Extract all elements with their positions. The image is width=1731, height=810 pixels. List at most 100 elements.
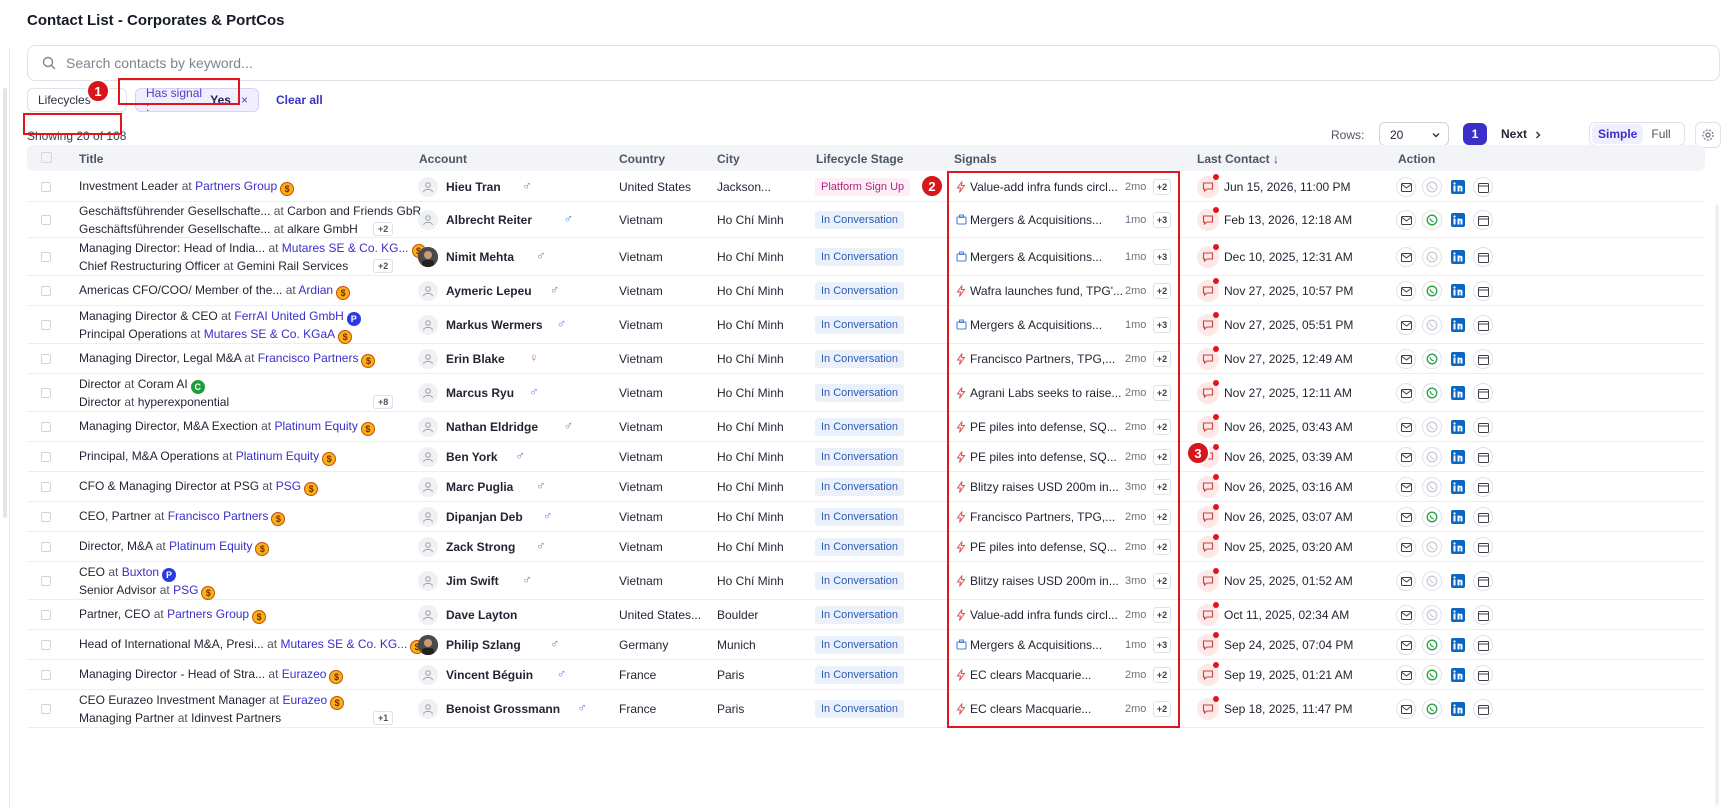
linkedin-button[interactable] [1448,210,1468,230]
email-button[interactable] [1396,635,1416,655]
more-signals-badge[interactable]: +2 [1153,449,1171,465]
row-checkbox[interactable] [41,215,51,225]
chat-bubble-icon[interactable] [1197,632,1219,656]
chat-bubble-icon[interactable] [1197,696,1219,720]
company-link[interactable]: Platinum Equity [274,419,357,433]
company-link[interactable]: PSG [276,479,301,493]
email-button[interactable] [1396,665,1416,685]
lifecycle-stage-badge[interactable]: In Conversation [815,211,905,229]
whatsapp-button[interactable] [1422,315,1442,335]
calendar-button[interactable] [1473,177,1493,197]
signal-headline[interactable]: PE piles into defense, SQ... [970,540,1117,554]
row-checkbox[interactable] [41,640,51,650]
email-button[interactable] [1396,315,1416,335]
whatsapp-button[interactable] [1422,349,1442,369]
row-checkbox[interactable] [41,422,51,432]
table-row[interactable]: Managing Director, Legal M&A at Francisc… [27,344,1705,374]
whatsapp-button[interactable] [1422,665,1442,685]
company-link[interactable]: Mutares SE & Co. KG... [282,241,409,255]
view-full-button[interactable]: Full [1643,124,1678,144]
linkedin-button[interactable] [1448,537,1468,557]
company-link[interactable]: Partners Group [195,179,277,193]
company-link[interactable]: Gemini Rail Services [237,259,348,273]
chat-bubble-icon[interactable] [1197,174,1219,198]
remove-filter-icon[interactable]: × [241,93,248,107]
company-link[interactable]: Platinum Equity [236,449,319,463]
col-title[interactable]: Title [79,152,103,166]
more-titles-badge[interactable]: +2 [373,259,394,273]
contact-name[interactable]: Hieu Tran [446,180,501,194]
signal-headline[interactable]: Value-add infra funds circl... [970,180,1118,194]
row-checkbox[interactable] [41,252,51,262]
more-signals-badge[interactable]: +2 [1153,351,1171,367]
select-all-checkbox[interactable] [41,152,52,163]
table-row[interactable]: CEO Eurazeo Investment Manager at Euraze… [27,690,1705,728]
calendar-button[interactable] [1473,349,1493,369]
lifecycle-stage-badge[interactable]: In Conversation [815,448,905,466]
whatsapp-button[interactable] [1422,477,1442,497]
table-row[interactable]: Managing Director - Head of Stra... at E… [27,660,1705,690]
more-signals-badge[interactable]: +2 [1153,701,1171,717]
view-simple-button[interactable]: Simple [1592,124,1644,144]
calendar-button[interactable] [1473,571,1493,591]
email-button[interactable] [1396,571,1416,591]
contact-name[interactable]: Ben York [446,450,498,464]
more-signals-badge[interactable]: +2 [1153,283,1171,299]
contact-name[interactable]: Zack Strong [446,540,515,554]
calendar-button[interactable] [1473,315,1493,335]
table-row[interactable]: Managing Director, M&A Exection at Plati… [27,412,1705,442]
next-page-button[interactable]: Next [1501,127,1543,141]
chat-bubble-icon[interactable] [1197,534,1219,558]
col-signals[interactable]: Signals [954,152,997,166]
more-signals-badge[interactable]: +2 [1153,385,1171,401]
whatsapp-button[interactable] [1422,635,1442,655]
email-button[interactable] [1396,281,1416,301]
chat-bubble-icon[interactable] [1197,278,1219,302]
company-link[interactable]: Coram AI [138,377,188,391]
lifecycle-stage-badge[interactable]: In Conversation [815,418,905,436]
company-link[interactable]: alkare GmbH [287,222,358,236]
email-button[interactable] [1396,605,1416,625]
table-row[interactable]: CEO at Buxton P Senior Advisor at PSG $ Jim … [27,562,1705,600]
whatsapp-button[interactable] [1422,699,1442,719]
signal-headline[interactable]: Mergers & Acquisitions... [970,250,1102,264]
calendar-button[interactable] [1473,417,1493,437]
signal-headline[interactable]: PE piles into defense, SQ... [970,420,1117,434]
email-button[interactable] [1396,417,1416,437]
email-button[interactable] [1396,177,1416,197]
chat-bubble-icon[interactable] [1197,504,1219,528]
row-checkbox[interactable] [41,320,51,330]
linkedin-button[interactable] [1448,507,1468,527]
more-signals-badge[interactable]: +3 [1153,212,1171,228]
calendar-button[interactable] [1473,447,1493,467]
table-row[interactable]: Principal, M&A Operations at Platinum Eq… [27,442,1705,472]
signal-headline[interactable]: PE piles into defense, SQ... [970,450,1117,464]
table-row[interactable]: Managing Director: Head of India... at M… [27,238,1705,276]
table-row[interactable]: Americas CFO/COO/ Member of the... at Ar… [27,276,1705,306]
lifecycle-stage-badge[interactable]: Platform Sign Up [815,178,911,196]
signal-headline[interactable]: EC clears Macquarie... [970,668,1091,682]
lifecycle-stage-badge[interactable]: In Conversation [815,508,905,526]
calendar-button[interactable] [1473,537,1493,557]
more-titles-badge[interactable]: +2 [373,222,394,236]
signal-headline[interactable]: Value-add infra funds circl... [970,608,1118,622]
email-button[interactable] [1396,210,1416,230]
chat-bubble-icon[interactable] [1197,602,1219,626]
more-signals-badge[interactable]: +3 [1153,637,1171,653]
signal-headline[interactable]: Mergers & Acquisitions... [970,318,1102,332]
contact-name[interactable]: Jim Swift [446,574,499,588]
signal-headline[interactable]: Wafra launches fund, TPG'... [970,284,1123,298]
chat-bubble-icon[interactable] [1197,380,1219,404]
linkedin-button[interactable] [1448,417,1468,437]
signal-headline[interactable]: Mergers & Acquisitions... [970,213,1102,227]
whatsapp-button[interactable] [1422,383,1442,403]
more-signals-badge[interactable]: +2 [1153,573,1171,589]
more-signals-badge[interactable]: +3 [1153,249,1171,265]
chat-bubble-icon[interactable] [1197,312,1219,336]
lifecycle-stage-badge[interactable]: In Conversation [815,350,905,368]
signal-headline[interactable]: Mergers & Acquisitions... [970,638,1102,652]
row-checkbox[interactable] [41,354,51,364]
calendar-button[interactable] [1473,383,1493,403]
table-row[interactable]: Director, M&A at Platinum Equity $ Zack St… [27,532,1705,562]
more-titles-badge[interactable]: +8 [373,395,394,409]
